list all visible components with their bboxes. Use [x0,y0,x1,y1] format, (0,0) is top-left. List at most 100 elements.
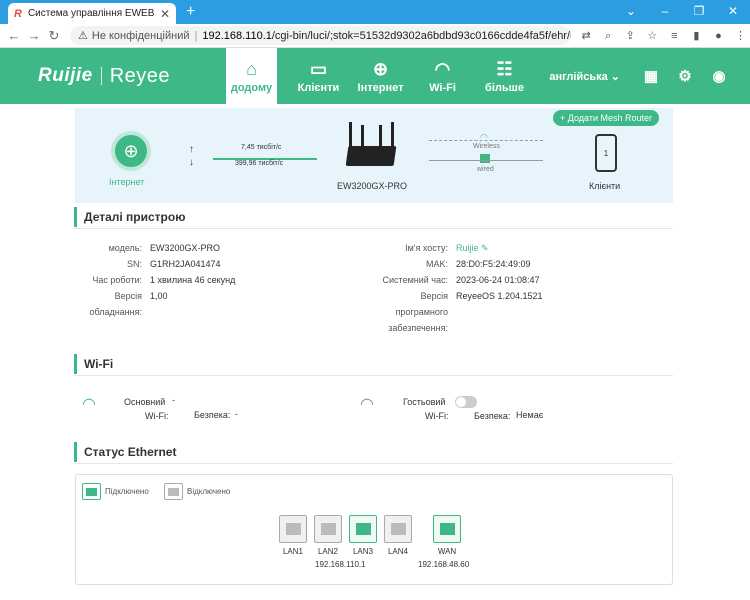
download-speed: 399,96 тисбіт/с [235,160,284,167]
chevron-down-icon[interactable]: ⌄ [614,0,648,24]
new-tab-button[interactable]: + [186,3,195,21]
reload-icon[interactable]: ↻ [44,28,64,44]
wifi-icon: ◠ [434,58,451,79]
model-key: модель: [108,243,142,253]
reyee-logo: Reyee [109,64,171,87]
security-value: - [235,409,238,419]
wifi-title: Wi-Fi [74,354,113,374]
nav-clients-label: Клієнти [297,81,340,94]
forward-icon[interactable]: → [24,28,44,43]
app-header: Ruijie Reyee ⌂ додому ▭ Клієнти ⊕ Інтерн… [0,48,750,104]
up-arrow-icon: ↑ [189,144,194,155]
close-window-icon[interactable]: ✕ [716,0,750,24]
reading-list-icon[interactable]: ≡ [665,30,684,42]
browser-tab[interactable]: R Система управління EWEB ✕ [8,3,176,24]
divider [74,463,673,464]
ethernet-panel: Підключено Відключено LAN1 LAN2 LAN3 LAN… [75,474,673,585]
main-wifi-key-1: Основний [124,397,166,407]
ethernet-port-icon [433,515,461,543]
zoom-icon[interactable]: ⌕ [599,30,618,43]
nav-clients[interactable]: ▭ Клієнти [288,48,349,104]
hw-key-2: обладнання: [89,307,142,317]
port-lan3[interactable]: LAN3 [348,515,378,556]
systime-key: Системний час: [382,275,448,285]
window-controls: ⌄ – ❐ ✕ [614,0,750,24]
add-mesh-label: Додати Mesh Router [567,113,652,123]
url-host: 192.168.110.1 [202,29,272,42]
browser-titlebar: R Система управління EWEB ✕ + ⌄ – ❐ ✕ [0,0,750,24]
hostname-key: Ім'я хосту: [405,243,448,253]
profile-icon[interactable]: ● [709,30,728,42]
nav-wifi[interactable]: ◠ Wi-Fi [412,48,473,104]
clients-label: Клієнти [589,181,621,191]
port-label: LAN3 [352,547,373,556]
address-bar-row: ← → ↻ ⚠ Не конфіденційний | 192.168.110.… [0,24,750,48]
wired-port-icon [480,154,490,163]
network-topology: ⊕ Інтернет ↑ ↓ 7,45 тисбіт/с 399,96 тисб… [75,108,673,203]
add-mesh-router-button[interactable]: + Додати Mesh Router [553,110,659,126]
hostname-value[interactable]: Ruijie ✎ [456,240,489,256]
edit-icon[interactable]: ✎ [481,243,489,253]
url-field[interactable]: ⚠ Не конфіденційний | 192.168.110.1 /cgi… [70,26,571,45]
qr-code-icon[interactable]: ▦ [634,67,668,85]
router-image[interactable] [341,122,401,174]
language-select[interactable]: англійська ⌄ [549,70,620,83]
port-lan1[interactable]: LAN1 [278,515,308,556]
nav-internet-label: Інтернет [357,81,404,94]
guest-security-key: Безпека: [474,411,511,421]
close-tab-icon[interactable]: ✕ [160,7,170,21]
ethernet-port-icon [314,515,342,543]
phone-icon[interactable]: 1 [595,134,617,172]
wifi-icon: ◠ [82,396,96,413]
browser-toolbar: ⇄ ⌕ ⇪ ☆ ≡ ▮ ● ⋮ [577,29,750,43]
main-wifi-key-2: Wi-Fi: [145,411,169,421]
port-connected-icon [82,483,101,500]
header-actions: англійська ⌄ ▦ ⚙ ◉ [549,48,736,104]
separator: | [194,29,198,42]
nav-home[interactable]: ⌂ додому [226,48,277,104]
divider [74,375,673,376]
ethernet-title: Статус Ethernet [74,442,176,462]
model-value: EW3200GX-PRO [150,243,221,253]
port-lan4[interactable]: LAN4 [383,515,413,556]
upgrade-icon[interactable]: ⚙ [668,67,702,85]
warning-icon[interactable]: ⚠ [78,29,88,42]
nav-more[interactable]: ☷ більше [474,48,535,104]
sw-value: ReyeeOS 1.204.1521 [456,291,543,301]
clients-count: 1 [603,148,609,158]
guest-wifi-key-2: Wi-Fi: [425,411,449,421]
down-arrow-icon: ↓ [189,157,194,168]
uptime-value: 1 хвилина 46 секунд [150,275,236,285]
language-label: англійська [549,70,608,83]
share-icon[interactable]: ⇪ [621,29,640,42]
translate-icon[interactable]: ⇄ [577,29,596,42]
sw-key-3: забезпечення: [388,323,448,333]
port-wan[interactable]: WAN [432,515,462,556]
legend-disconnected-label: Відключено [187,487,231,496]
bookmark-star-icon[interactable]: ☆ [643,29,662,42]
mac-key: MAK: [425,259,448,269]
back-icon[interactable]: ← [4,28,24,43]
internet-globe-icon[interactable]: ⊕ [111,131,151,171]
home-icon: ⌂ [246,58,257,79]
router-model: EW3200GX-PRO [337,181,408,191]
hostname-text: Ruijie [456,243,479,253]
menu-icon[interactable]: ⋮ [731,29,750,42]
port-lan2[interactable]: LAN2 [313,515,343,556]
nav-more-label: більше [485,81,524,94]
restore-icon[interactable]: ❐ [682,0,716,24]
nav-internet[interactable]: ⊕ Інтернет [350,48,411,104]
security-label: Не конфіденційний [91,29,190,42]
tab-title: Система управління EWEB [27,8,155,19]
sidepanel-icon[interactable]: ▮ [687,29,706,42]
port-label: LAN2 [317,547,338,556]
guest-wifi-toggle[interactable] [455,396,477,408]
ruijie-favicon-icon: R [14,7,22,20]
legend-connected-label: Підключено [105,487,149,496]
sn-value: G1RH2JA041474 [150,259,221,269]
devices-icon: ▭ [309,58,327,79]
main-content: ⊕ Інтернет ↑ ↓ 7,45 тисбіт/с 399,96 тисб… [0,104,750,600]
minimize-icon[interactable]: – [648,0,682,24]
device-details: модель: EW3200GX-PRO SN: G1RH2JA041474 Ч… [0,240,750,340]
user-icon[interactable]: ◉ [702,67,736,85]
